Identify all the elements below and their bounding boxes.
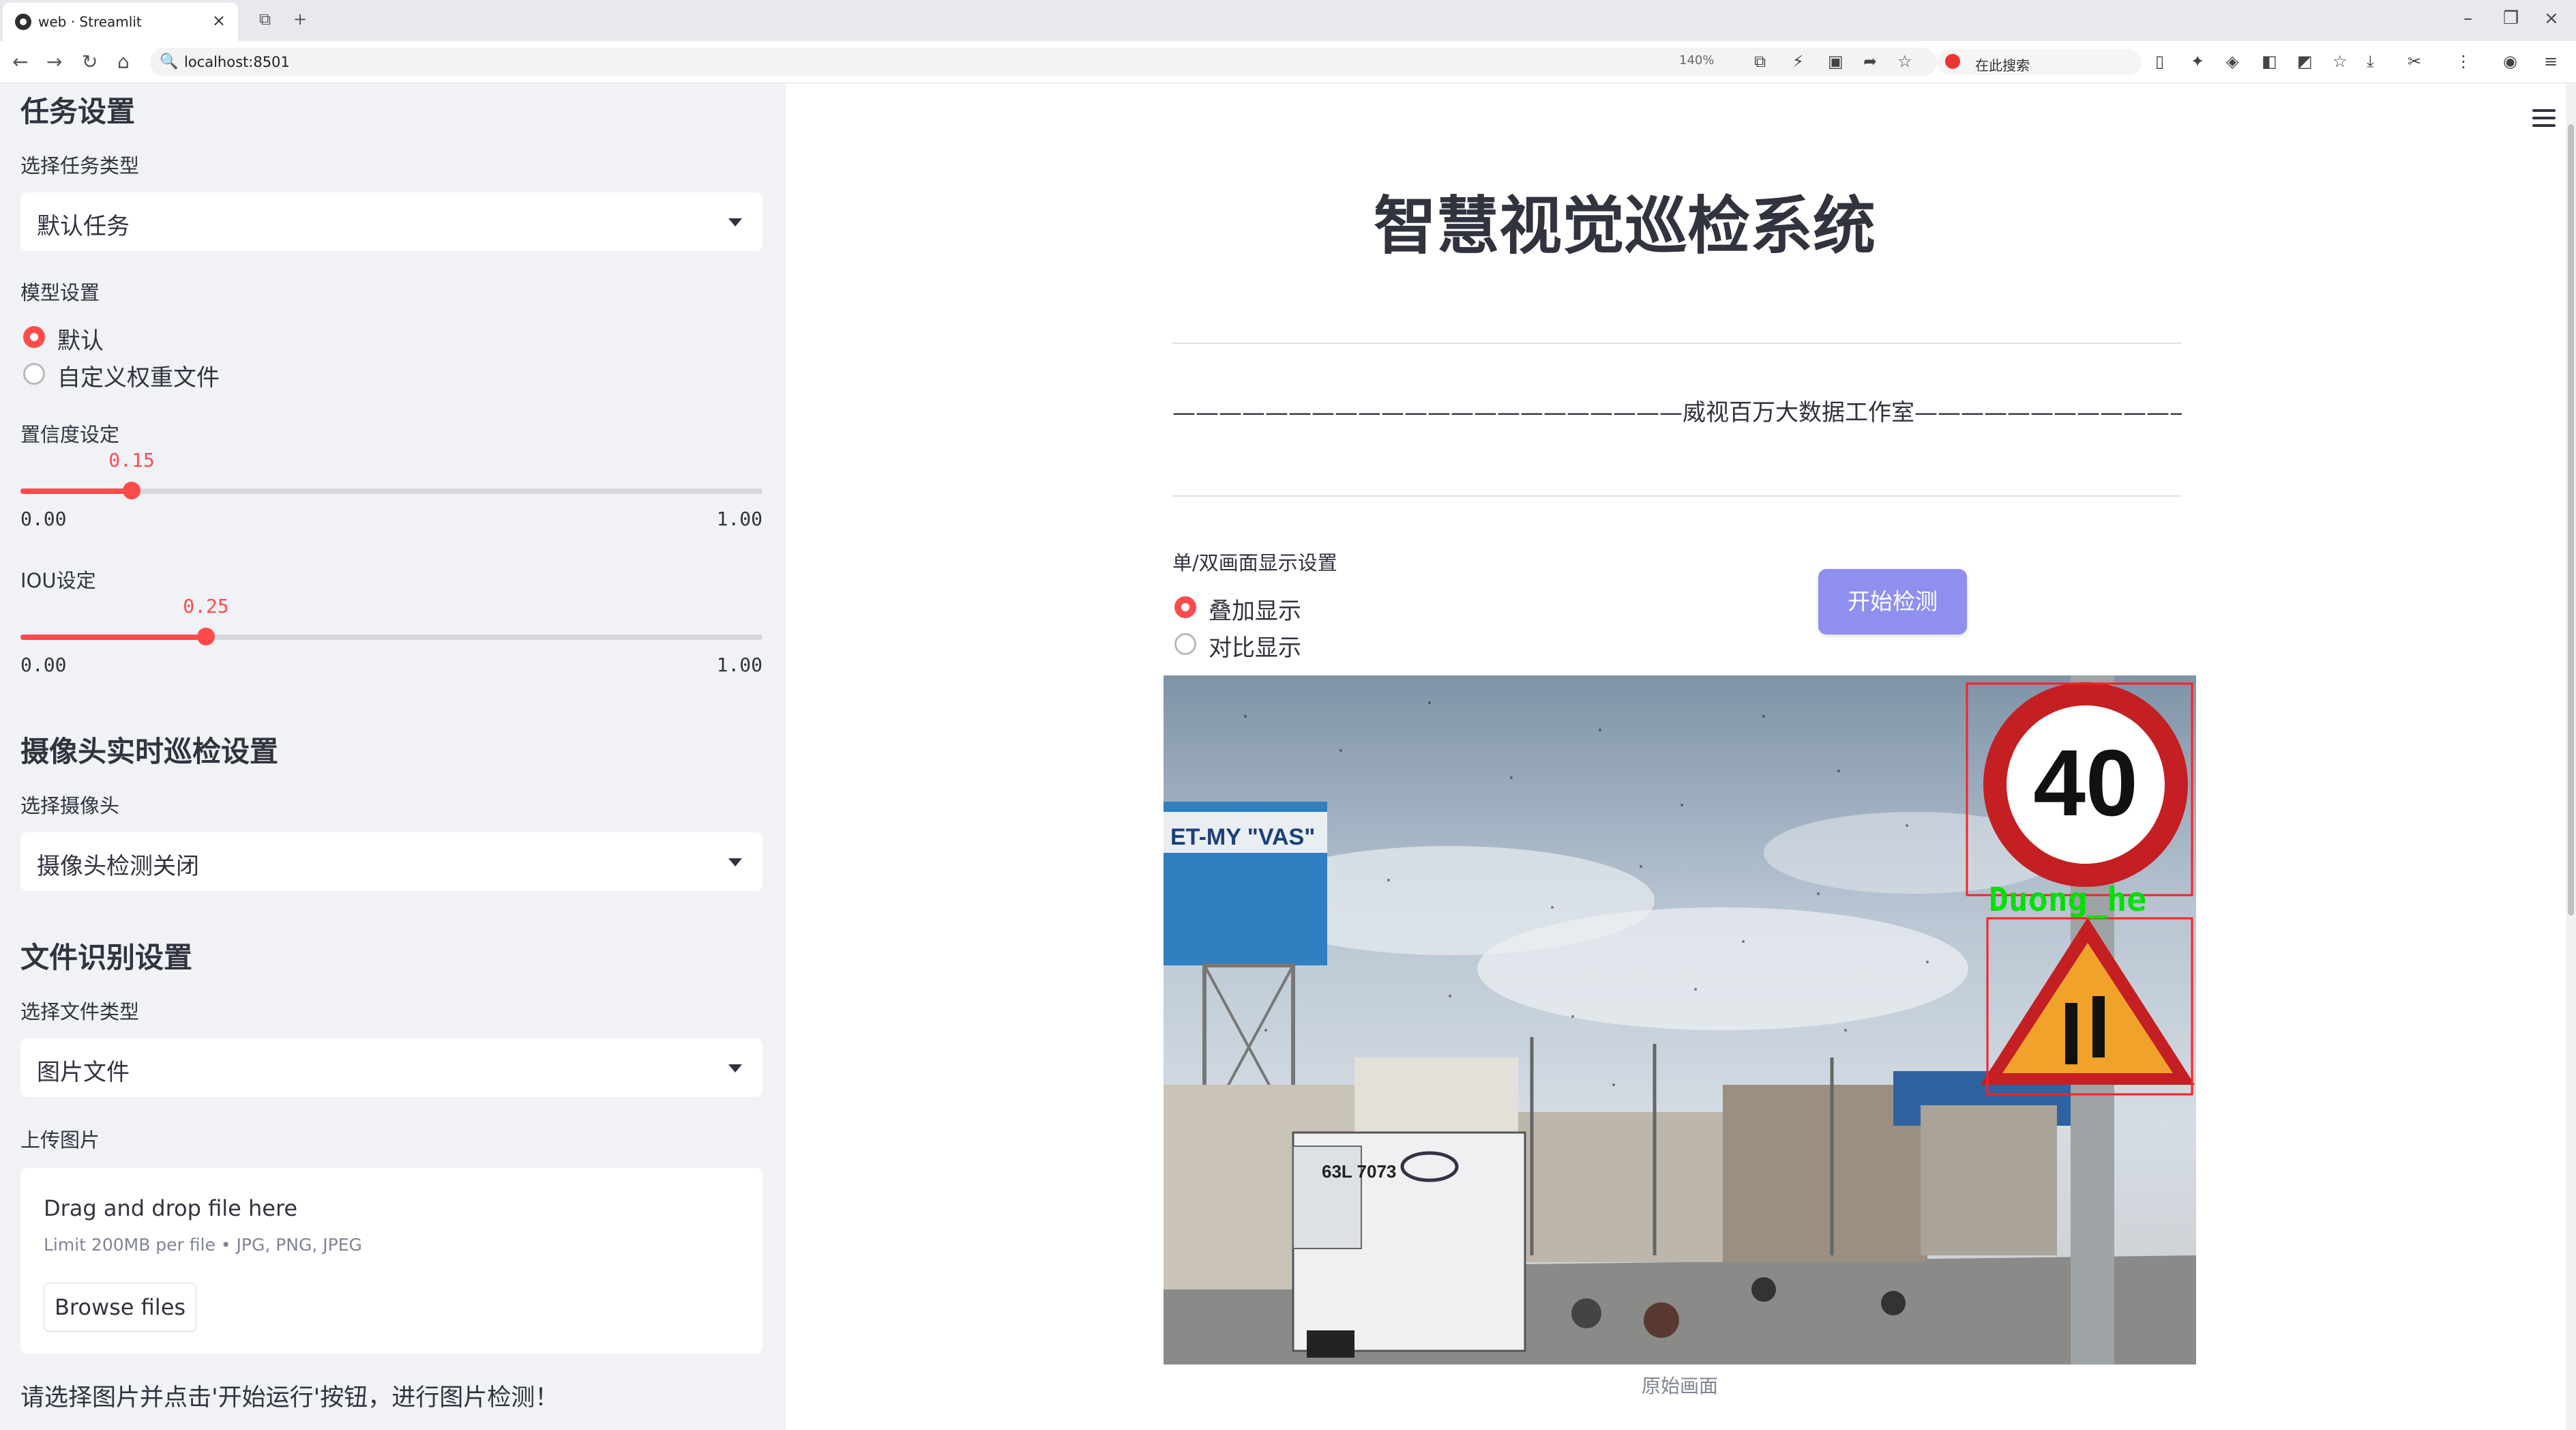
- task-type-label: 选择任务类型: [20, 154, 140, 177]
- close-window-icon[interactable]: ×: [2544, 8, 2559, 29]
- favorites-icon[interactable]: ☆: [2333, 52, 2348, 71]
- browser-menu-icon[interactable]: ≡: [2544, 52, 2558, 71]
- road-scene-image: ET-MY "VAS" 63L 7073 40 Duong_he: [1164, 675, 2196, 1365]
- model-option-custom: 自定义权重文件: [57, 364, 220, 392]
- start-detection-button[interactable]: 开始检测: [1818, 569, 1967, 634]
- billboard-text: ET-MY "VAS": [1170, 824, 1315, 850]
- extension-3-icon[interactable]: ◧: [2262, 52, 2277, 71]
- slider-thumb[interactable]: [123, 482, 140, 499]
- search-placeholder: 在此搜索: [1975, 57, 2030, 74]
- hamburger-menu-icon[interactable]: [2532, 109, 2556, 127]
- radio-selected-icon: [1174, 596, 1196, 618]
- confidence-label: 置信度设定: [20, 423, 120, 446]
- file-type-select[interactable]: 图片文件: [20, 1038, 763, 1097]
- slider-fill: [20, 488, 132, 494]
- translate-icon[interactable]: ⧉: [1754, 52, 1766, 71]
- slider-thumb[interactable]: [197, 628, 215, 645]
- slider-max: 1.00: [716, 508, 763, 530]
- restore-icon[interactable]: ❐: [2503, 8, 2519, 29]
- close-tab-icon[interactable]: ×: [212, 11, 226, 30]
- search-engine-icon: [1945, 54, 1960, 69]
- camera-value: 摄像头检测关闭: [37, 853, 199, 880]
- slider-value: 0.25: [183, 595, 229, 617]
- chevron-down-icon: [728, 1064, 742, 1072]
- display-settings-label: 单/双画面显示设置: [1172, 551, 1337, 574]
- more-menu-icon[interactable]: ⋮: [2455, 52, 2472, 71]
- display-option-compare: 对比显示: [1209, 634, 1301, 662]
- scrollbar-thumb[interactable]: [2568, 124, 2574, 916]
- camera-settings-heading: 摄像头实时巡检设置: [20, 735, 279, 768]
- chevron-down-icon: [728, 218, 742, 227]
- upload-dropzone-title: Drag and drop file here: [44, 1195, 298, 1221]
- new-tab-icon[interactable]: +: [293, 10, 307, 29]
- iou-label: IOU设定: [20, 569, 96, 592]
- forward-icon[interactable]: →: [46, 50, 62, 73]
- browser-search-box[interactable]: 在此搜索: [1937, 49, 2142, 75]
- slider-fill: [20, 634, 206, 640]
- tools-icon[interactable]: ✂: [2408, 52, 2421, 71]
- confidence-slider[interactable]: 0.15 0.00 1.00: [20, 449, 763, 530]
- tab-group-icon[interactable]: ⧉: [259, 10, 271, 29]
- phone-icon[interactable]: ▯: [2155, 52, 2164, 71]
- minimize-icon[interactable]: –: [2463, 8, 2472, 29]
- browser-tab-bar: web · Streamlit × ⧉ + – ❐ ×: [0, 0, 2576, 41]
- zoom-indicator[interactable]: 140%: [1679, 53, 1714, 68]
- main-content: 智慧视觉巡检系统 ——————————————————————威视百万大数据工作…: [786, 83, 2576, 1430]
- radio-unselected-icon: [1174, 633, 1196, 655]
- screenshot-icon[interactable]: ▣: [1828, 52, 1844, 71]
- profile-avatar-icon[interactable]: ◉: [2503, 52, 2517, 71]
- chevron-down-icon: [728, 858, 742, 866]
- browser-tab[interactable]: web · Streamlit ×: [3, 3, 238, 41]
- slider-min: 0.00: [20, 654, 67, 676]
- slider-value: 0.15: [108, 449, 155, 471]
- address-bar: ← → ↻ ⌂ 🔍 localhost:8501 140% ⧉ ⚡ ▣ ➦ ☆ …: [0, 41, 2576, 83]
- radio-unselected-icon: [23, 363, 45, 385]
- iou-slider[interactable]: 0.25 0.00 1.00: [20, 595, 763, 676]
- upload-label: 上传图片: [20, 1128, 100, 1152]
- slider-min: 0.00: [20, 508, 67, 530]
- streamlit-favicon-icon: [15, 14, 31, 30]
- studio-line: ——————————————————————威视百万大数据工作室————————…: [1172, 399, 2182, 426]
- back-icon[interactable]: ←: [12, 50, 28, 73]
- detection-label: Duong_he: [1989, 881, 2146, 919]
- sidebar: 任务设置 选择任务类型 默认任务 模型设置 默认 自定义权重文件 置信度设定 0…: [0, 83, 786, 1430]
- file-type-value: 图片文件: [37, 1059, 130, 1086]
- camera-select[interactable]: 摄像头检测关闭: [20, 832, 763, 891]
- browse-files-button[interactable]: Browse files: [44, 1283, 196, 1332]
- site-info-icon[interactable]: 🔍: [160, 53, 178, 70]
- url-text: localhost:8501: [184, 54, 290, 70]
- share-icon[interactable]: ➦: [1863, 52, 1877, 71]
- task-type-select[interactable]: 默认任务: [20, 192, 763, 251]
- detection-image: ET-MY "VAS" 63L 7073 40 Duong_he: [1164, 675, 2196, 1365]
- extension-icon[interactable]: ✦: [2191, 52, 2204, 71]
- download-icon[interactable]: ⤓: [2367, 52, 2374, 71]
- speed-sign-number: 40: [2033, 731, 2138, 836]
- task-settings-heading: 任务设置: [20, 95, 136, 128]
- reload-icon[interactable]: ↻: [82, 50, 98, 73]
- image-caption: 原始画面: [1641, 1375, 1718, 1397]
- upload-limit-text: Limit 200MB per file • JPG, PNG, JPEG: [44, 1235, 362, 1255]
- task-type-value: 默认任务: [37, 213, 130, 240]
- extension-2-icon[interactable]: ◈: [2226, 52, 2238, 71]
- home-icon[interactable]: ⌂: [117, 50, 130, 73]
- display-option-overlay: 叠加显示: [1209, 598, 1301, 625]
- lightning-icon[interactable]: ⚡: [1792, 52, 1804, 71]
- model-settings-label: 模型设置: [20, 281, 100, 304]
- camera-label: 选择摄像头: [20, 794, 120, 817]
- extension-4-icon[interactable]: ◩: [2297, 52, 2313, 71]
- page-title: 智慧视觉巡检系统: [1373, 190, 1876, 263]
- file-settings-heading: 文件识别设置: [20, 941, 193, 974]
- bookmark-star-icon[interactable]: ☆: [1897, 52, 1912, 71]
- file-uploader[interactable]: Drag and drop file here Limit 200MB per …: [20, 1168, 763, 1354]
- divider-top: [1172, 342, 2182, 344]
- truck-plate: 63L 7073: [1322, 1161, 1396, 1182]
- tab-title: web · Streamlit: [38, 14, 142, 30]
- instruction-note: 请选择图片并点击'开始运行'按钮，进行图片检测！: [20, 1384, 559, 1412]
- radio-selected-icon: [23, 326, 45, 348]
- file-type-label: 选择文件类型: [20, 1000, 140, 1023]
- model-option-default: 默认: [57, 327, 104, 355]
- divider-bottom: [1172, 495, 2182, 497]
- url-field[interactable]: 🔍 localhost:8501: [150, 48, 1937, 76]
- slider-max: 1.00: [716, 654, 763, 676]
